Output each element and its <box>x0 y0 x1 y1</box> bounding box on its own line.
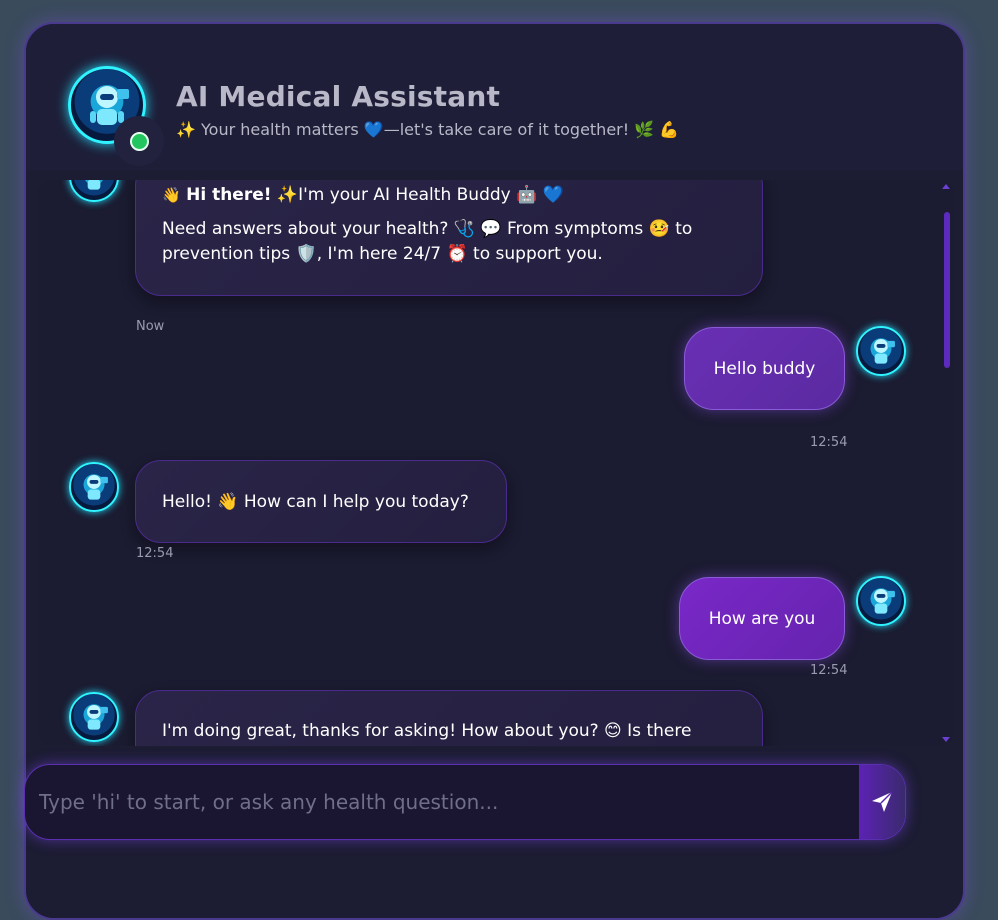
bot-message-bubble: 👋 Hi there! ✨I'm your AI Health Buddy 🤖 … <box>135 180 763 296</box>
send-button[interactable] <box>859 765 905 839</box>
robot-avatar-icon <box>87 704 108 730</box>
message-list[interactable]: 👋 Hi there! ✨I'm your AI Health Buddy 🤖 … <box>38 180 954 746</box>
bot-message-bubble: I'm doing great, thanks for asking! How … <box>135 690 763 746</box>
message-timestamp: 12:54 <box>810 435 848 450</box>
scrollbar-thumb[interactable] <box>944 212 950 368</box>
online-status-icon <box>130 132 149 151</box>
bot-message-bubble: Hello! 👋 How can I help you today? <box>135 460 507 543</box>
user-message-bubble: Hello buddy <box>684 327 845 410</box>
bot-message-text: Need answers about your health? 🩺 💬 From… <box>162 219 693 264</box>
bot-avatar <box>69 692 119 742</box>
page-subtitle: ✨ Your health matters 💙—let's take care … <box>176 120 680 139</box>
user-avatar <box>856 326 906 376</box>
user-message-bubble: How are you <box>679 577 845 660</box>
chat-header: AI Medical Assistant ✨ Your health matte… <box>26 24 963 170</box>
message-timestamp: 12:54 <box>810 663 848 678</box>
user-avatar <box>856 576 906 626</box>
bot-message-text: Hello! 👋 How can I help you today? <box>162 492 469 512</box>
message-composer <box>24 764 906 840</box>
user-message-text: How are you <box>708 608 816 629</box>
bot-avatar <box>69 180 119 202</box>
send-icon <box>872 791 893 812</box>
user-message-text: Hello buddy <box>713 358 816 379</box>
scroll-down-arrow-icon[interactable] <box>942 737 950 742</box>
page-title: AI Medical Assistant <box>176 80 501 113</box>
robot-avatar-icon <box>874 588 895 614</box>
bot-avatar <box>69 462 119 512</box>
greeting-bold: Hi there! <box>186 185 272 205</box>
robot-avatar-icon <box>87 180 101 190</box>
message-timestamp: Now <box>136 319 165 334</box>
robot-avatar-icon <box>87 474 108 500</box>
wave-emoji: 👋 <box>162 186 181 204</box>
greeting-rest: ✨I'm your AI Health Buddy 🤖 💙 <box>276 185 564 205</box>
bot-message-text: I'm doing great, thanks for asking! How … <box>162 721 692 741</box>
robot-avatar-icon <box>874 338 895 364</box>
message-timestamp: 12:54 <box>136 546 174 561</box>
message-input[interactable] <box>39 765 839 839</box>
scroll-up-arrow-icon[interactable] <box>942 184 950 189</box>
